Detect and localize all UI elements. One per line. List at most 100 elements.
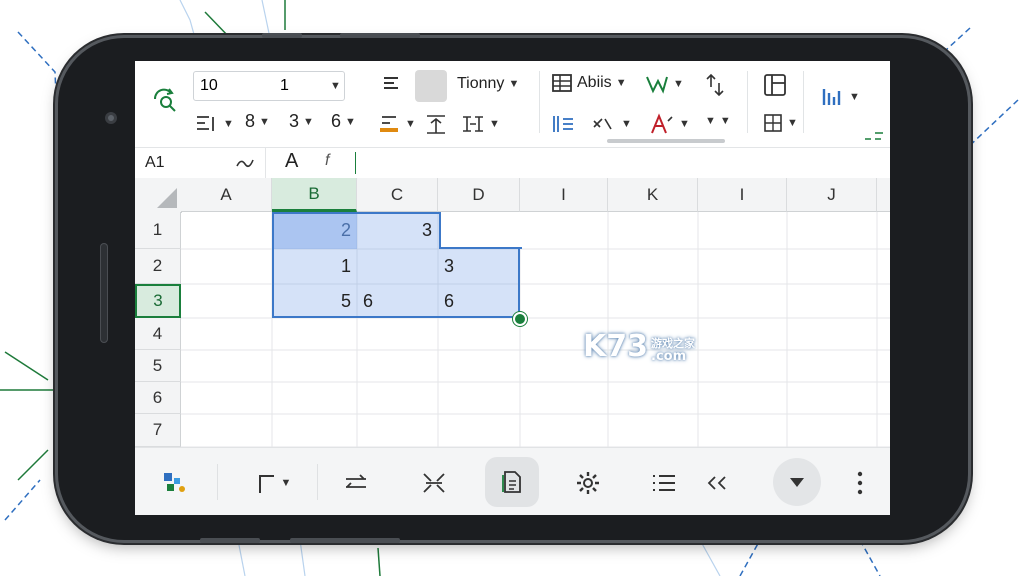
sort-icon	[706, 73, 724, 97]
column-header-i[interactable]: I	[520, 178, 608, 212]
column-header-b[interactable]: B	[272, 178, 357, 212]
grid-options-button[interactable]: ▼	[763, 113, 798, 133]
wrap-text-button[interactable]	[425, 113, 447, 135]
freeze-panes-button[interactable]	[763, 73, 787, 97]
decimal-value: 3	[289, 111, 300, 131]
merge-icon	[463, 116, 483, 132]
freeze-panes-icon	[764, 74, 786, 96]
row-header-4[interactable]: 4	[135, 318, 181, 350]
row-header-7[interactable]: 7	[135, 414, 181, 447]
formula-function-button[interactable]: A	[285, 150, 298, 173]
precision-dropdown[interactable]: 6 ▼	[331, 111, 356, 132]
name-box-dropdown-icon[interactable]	[235, 156, 255, 170]
sort-button[interactable]	[703, 73, 727, 97]
fill-handle[interactable]	[513, 312, 527, 326]
chart-insert-button[interactable]: ▼	[821, 85, 860, 109]
font-color-button[interactable]: ▼	[377, 113, 416, 135]
camera-icon	[105, 112, 117, 124]
grid-icon	[764, 114, 782, 132]
chevron-down-icon: ▼	[489, 118, 500, 130]
sheet-view-button[interactable]	[485, 457, 539, 507]
text-direction-button[interactable]	[551, 113, 575, 135]
cell-c1[interactable]: 3	[357, 212, 438, 249]
row-header-2[interactable]: 2	[135, 249, 181, 284]
settings-button[interactable]	[569, 464, 607, 502]
column-header-k[interactable]: K	[608, 178, 698, 212]
chevron-down-icon: ▼	[405, 118, 416, 130]
document-icon	[502, 471, 521, 493]
text-style-dropdown[interactable]: ▼	[649, 113, 690, 135]
chevron-down-icon: ▼	[679, 118, 690, 130]
align-left-button[interactable]	[381, 73, 401, 93]
cell-d3[interactable]: 6	[438, 284, 520, 318]
ribbon-scroll-indicator[interactable]	[607, 139, 725, 143]
app-menu-button[interactable]	[155, 464, 193, 502]
cell-b3[interactable]: 5	[272, 284, 357, 318]
toolbar-divider	[539, 71, 540, 133]
select-all-corner[interactable]	[135, 178, 182, 213]
font-name-dropdown[interactable]: Tionny ▼	[457, 75, 519, 93]
ribbon-toolbar: 10 1 ▼ Tionny ▼ Abiis ▼ ▼ ▼ ▼ 8 ▼ 3 ▼ 6 …	[135, 61, 890, 145]
spreadsheet-grid[interactable]: A B C D I K I J 1 2 3 4 5 6 7 2 3 1 3 5 …	[135, 178, 890, 448]
column-header-c[interactable]: C	[357, 178, 438, 212]
font-name-value: Tionny	[457, 75, 505, 92]
column-header-a[interactable]: A	[181, 178, 272, 212]
insert-button[interactable]: ▼	[243, 464, 303, 502]
collapse-icon	[707, 476, 726, 490]
list-button[interactable]	[645, 464, 683, 502]
more-options-dropdown[interactable]: ▼ ▼	[705, 115, 731, 127]
indent-dropdown[interactable]: 8 ▼	[245, 111, 270, 132]
chevron-down-icon: ▼	[787, 117, 798, 129]
merge-cells-button[interactable]: ▼	[461, 113, 500, 135]
fill-color-swatch[interactable]	[415, 70, 447, 102]
chevron-down-icon: ▼	[303, 115, 314, 128]
ribbon-expand-icon[interactable]	[863, 131, 885, 141]
text-color-icon	[380, 116, 398, 132]
split-icon	[423, 473, 445, 493]
cell-b2[interactable]: 1	[272, 249, 357, 284]
collapse-button[interactable]	[699, 464, 737, 502]
font-size-dropdown[interactable]: 10 1 ▼	[193, 71, 345, 101]
insert-function-icon[interactable]: f	[325, 152, 329, 170]
cell-styles-dropdown[interactable]: Abiis ▼	[551, 73, 627, 93]
cell-b1[interactable]: 2	[272, 212, 357, 249]
column-header-i-2[interactable]: I	[698, 178, 787, 212]
overflow-menu-button[interactable]	[841, 464, 879, 502]
chevron-down-icon: ▼	[719, 115, 731, 127]
row-header-1[interactable]: 1	[135, 212, 181, 249]
precision-value: 6	[331, 111, 342, 131]
table-icon	[552, 74, 572, 92]
list-icon	[653, 475, 675, 491]
watermark-text: K73	[583, 329, 648, 364]
row-header-5[interactable]: 5	[135, 350, 181, 382]
orientation-dropdown[interactable]: ▼	[591, 113, 632, 135]
chart-icon	[646, 76, 668, 94]
phone-speaker-slot	[100, 243, 108, 343]
chevron-down-icon: ▼	[508, 78, 520, 90]
cell-c3[interactable]: 6	[357, 284, 438, 318]
find-replace-icon[interactable]	[149, 83, 181, 115]
column-header-d[interactable]: D	[438, 178, 520, 212]
toolbar-divider	[803, 71, 804, 133]
cell-d2[interactable]: 3	[438, 249, 520, 284]
wrap-text-icon	[427, 115, 445, 134]
row-header-3[interactable]: 3	[135, 284, 181, 318]
bottom-toolbar: ▼	[135, 447, 890, 515]
swap-button[interactable]	[337, 464, 375, 502]
conditional-format-button[interactable]: ▼	[645, 73, 684, 95]
row-header-6[interactable]: 6	[135, 382, 181, 414]
column-header-j[interactable]: J	[787, 178, 877, 212]
formula-input-caret[interactable]	[355, 152, 356, 174]
chevron-down-icon: ▼	[330, 80, 341, 92]
font-style-icon	[651, 113, 673, 134]
decimal-dropdown[interactable]: 3 ▼	[289, 111, 314, 132]
chevron-down-icon: ▼	[615, 77, 627, 89]
chevron-down-icon: ▼	[280, 477, 292, 489]
borders-button[interactable]: ▼	[195, 113, 234, 135]
swap-icon	[346, 474, 366, 488]
more-dropdown-button[interactable]	[773, 458, 821, 506]
align-left-icon	[384, 77, 398, 89]
name-box[interactable]: A1	[145, 154, 165, 172]
split-button[interactable]	[415, 464, 453, 502]
app-logo-icon	[164, 473, 185, 492]
